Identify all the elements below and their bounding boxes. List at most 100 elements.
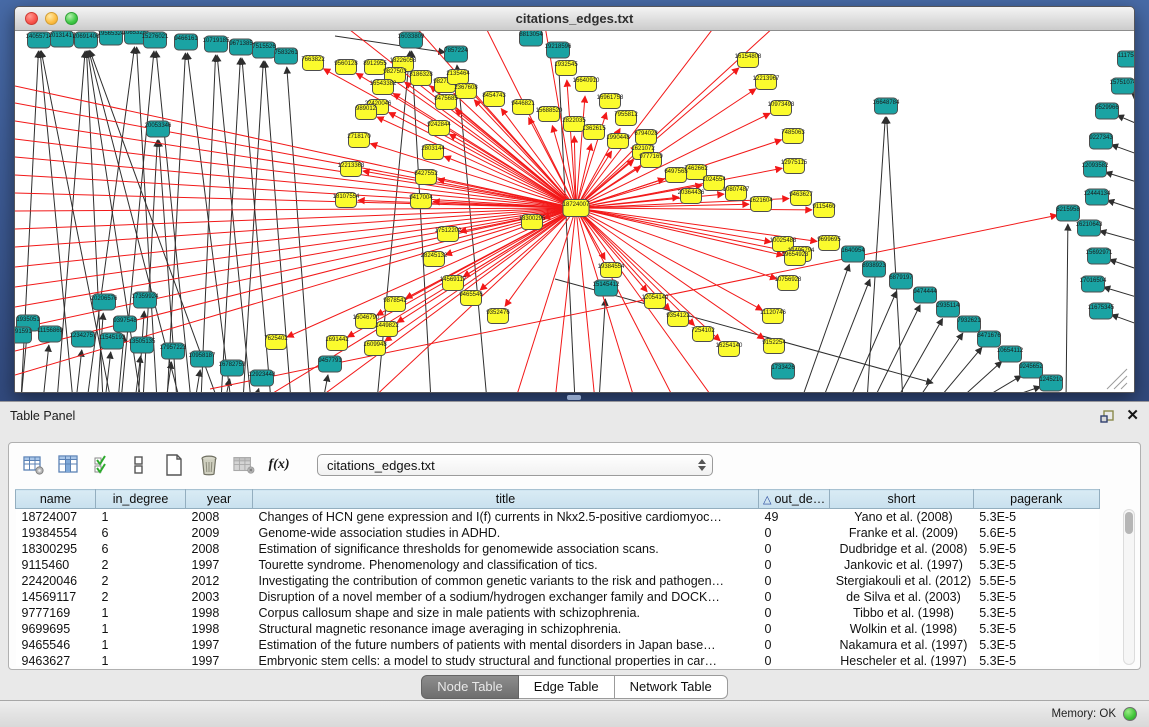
- network-edge[interactable]: [801, 264, 849, 393]
- column-header-name[interactable]: name: [16, 490, 96, 509]
- close-panel-icon[interactable]: ✕: [1126, 408, 1139, 424]
- network-edge[interactable]: [1117, 115, 1134, 125]
- network-edge[interactable]: [385, 208, 576, 341]
- table-cell: 1: [96, 621, 186, 637]
- network-edge[interactable]: [377, 117, 576, 208]
- network-node-label: 8813054: [519, 32, 543, 38]
- network-edge[interactable]: [576, 96, 585, 208]
- network-edge[interactable]: [576, 208, 812, 210]
- table-row[interactable]: 946554611997Estimation of the future num…: [16, 637, 1100, 653]
- float-panel-icon[interactable]: [1099, 407, 1116, 424]
- table-row[interactable]: 1938455462009Genome-wide association stu…: [16, 525, 1100, 541]
- network-node-label: 2718170: [347, 134, 371, 140]
- table-vertical-scrollbar[interactable]: [1123, 509, 1135, 665]
- network-edge[interactable]: [15, 208, 576, 287]
- table-cell: Franke et al. (2009): [830, 525, 974, 541]
- table-row[interactable]: 946362711997Embryonic stem cells: a mode…: [16, 653, 1100, 667]
- select-all-rows-icon[interactable]: [93, 455, 115, 475]
- network-edge[interactable]: [867, 117, 885, 393]
- network-node-label: 8215958: [1056, 207, 1080, 213]
- network-edge[interactable]: [576, 208, 720, 341]
- table-row[interactable]: 977716911998Corpus callosum shape and si…: [16, 605, 1100, 621]
- network-edge[interactable]: [1109, 260, 1134, 270]
- table-selector-dropdown[interactable]: citations_edges.txt: [317, 454, 713, 476]
- table-row[interactable]: 1872400712008Changes of HCN gene express…: [16, 509, 1100, 525]
- scrollbar-thumb[interactable]: [1125, 512, 1133, 534]
- table-row[interactable]: 1456911722003Disruption of a novel membe…: [16, 589, 1100, 605]
- network-node-label: 1935051: [16, 317, 40, 323]
- table-row[interactable]: 1830029562008Estimation of significance …: [16, 541, 1100, 557]
- network-node-label: 12213967: [753, 76, 780, 82]
- network-edge[interactable]: [156, 51, 191, 393]
- column-header-in-degree[interactable]: in_degree: [96, 490, 186, 509]
- tab-network-table[interactable]: Network Table: [615, 675, 728, 699]
- table-cell: 5.3E-5: [973, 557, 1099, 573]
- network-edge[interactable]: [323, 375, 328, 393]
- table-row[interactable]: 969969511998Structural magnetic resonanc…: [16, 621, 1100, 637]
- network-edge[interactable]: [1100, 231, 1134, 242]
- network-edge[interactable]: [1111, 145, 1134, 155]
- table-row[interactable]: 2242004622012Investigating the contribut…: [16, 573, 1100, 589]
- network-edge[interactable]: [221, 58, 240, 393]
- network-edge[interactable]: [599, 299, 605, 393]
- tab-edge-table[interactable]: Edge Table: [519, 675, 615, 699]
- delete-rows-icon[interactable]: [198, 455, 220, 475]
- network-edge[interactable]: [979, 376, 1022, 393]
- network-edge[interactable]: [15, 175, 576, 208]
- split-pane-divider-handle[interactable]: [567, 395, 581, 400]
- network-edge[interactable]: [822, 279, 870, 393]
- network-node-label: 1621604: [749, 198, 773, 204]
- table-rows-icon[interactable]: [128, 455, 150, 475]
- memory-ok-indicator[interactable]: [1123, 707, 1137, 721]
- network-edge[interactable]: [1111, 315, 1134, 325]
- network-edge[interactable]: [958, 361, 1002, 393]
- column-header-pagerank[interactable]: pagerank: [973, 490, 1099, 509]
- network-edge[interactable]: [287, 67, 311, 393]
- network-edge[interactable]: [576, 31, 715, 208]
- network-edge[interactable]: [455, 110, 576, 208]
- create-table-icon[interactable]: [163, 455, 185, 475]
- network-node-label: 7254102: [691, 328, 715, 334]
- network-node-label: 10958187: [189, 353, 216, 359]
- network-node-label: 9474444: [913, 289, 937, 295]
- column-header-title[interactable]: title: [253, 490, 759, 509]
- network-edge[interactable]: [887, 117, 903, 393]
- table-cell: 2: [96, 589, 186, 605]
- network-edge[interactable]: [335, 36, 445, 52]
- network-edge[interactable]: [15, 208, 576, 375]
- network-window-titlebar[interactable]: citations_edges.txt: [15, 7, 1134, 31]
- network-edge[interactable]: [999, 387, 1041, 393]
- network-edge[interactable]: [15, 208, 576, 211]
- network-edge[interactable]: [1104, 287, 1134, 298]
- network-edge[interactable]: [1066, 224, 1068, 393]
- column-header-out-degree[interactable]: △out_de…: [759, 490, 830, 509]
- network-edge[interactable]: [873, 305, 920, 393]
- network-edge[interactable]: [195, 370, 200, 393]
- table-mode-icon[interactable]: [23, 455, 45, 475]
- network-edge[interactable]: [917, 333, 963, 393]
- network-edge[interactable]: [412, 51, 431, 393]
- table-cell: 2: [96, 557, 186, 573]
- network-window[interactable]: citations_edges.txt 18724007140557142013…: [14, 6, 1135, 393]
- network-edge[interactable]: [576, 208, 783, 255]
- network-edge[interactable]: [1106, 172, 1134, 183]
- show-columns-icon[interactable]: [58, 455, 80, 475]
- network-edge[interactable]: [255, 389, 259, 393]
- network-edge[interactable]: [15, 208, 576, 307]
- network-view-canvas[interactable]: 1872400714055714201314172069140619565324…: [15, 31, 1134, 393]
- network-edge[interactable]: [15, 208, 576, 247]
- network-edge[interactable]: [43, 345, 49, 393]
- column-header-short[interactable]: short: [830, 490, 974, 509]
- tab-node-table[interactable]: Node Table: [421, 675, 519, 699]
- network-edge[interactable]: [896, 319, 943, 393]
- network-edge[interactable]: [15, 208, 576, 267]
- network-node-label: 1691442: [325, 337, 349, 343]
- network-edge[interactable]: [937, 347, 982, 393]
- table-cell: 1: [96, 653, 186, 667]
- column-header-year[interactable]: year: [186, 490, 253, 509]
- table-row[interactable]: 911546021997Tourette syndrome. Phenomeno…: [16, 557, 1100, 573]
- table-cell: 1: [96, 605, 186, 621]
- function-builder-icon[interactable]: f(x): [268, 455, 290, 475]
- network-edge[interactable]: [201, 55, 216, 393]
- network-edge[interactable]: [1107, 200, 1134, 211]
